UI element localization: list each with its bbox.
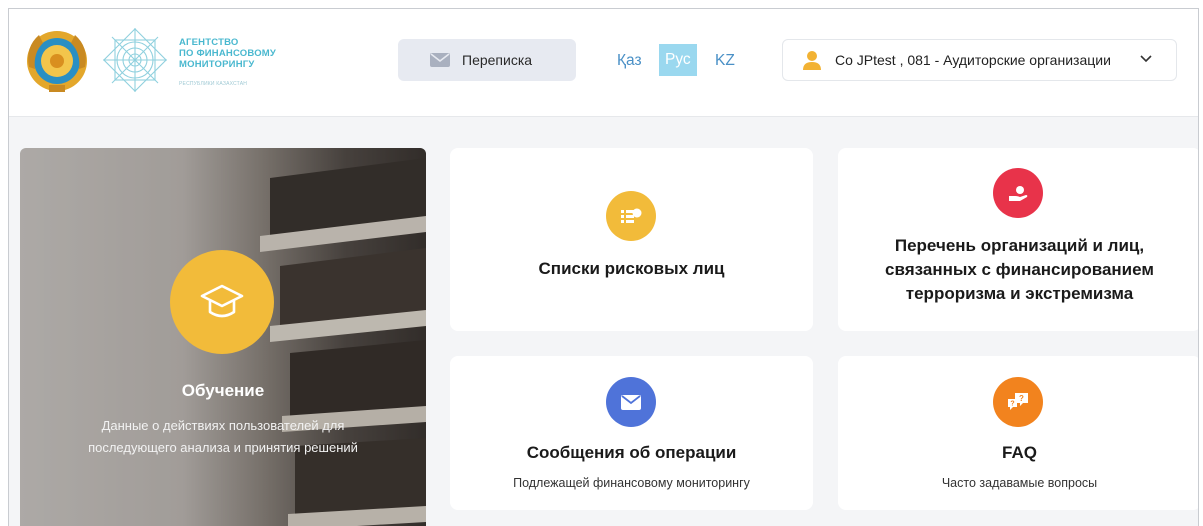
chat-question-icon: ? ?: [1008, 393, 1028, 410]
agency-logo-icon: [103, 28, 167, 92]
education-title: Обучение: [181, 381, 265, 400]
user-organization-select[interactable]: Со JPtest , 081 - Аудиторские организаци…: [782, 39, 1177, 81]
risk-lists-title: Списки рисковых лиц: [538, 259, 725, 278]
lang-rus-link[interactable]: Рус: [659, 44, 697, 76]
app-frame: АГЕНТСТВО ПО ФИНАНСОВОМУ МОНИТОРИНГУ РЕС…: [8, 8, 1199, 526]
emblem-icon: [27, 31, 87, 92]
terror-list-card[interactable]: Перечень организаций и лиц, связанных с …: [838, 148, 1198, 331]
svg-text:?: ?: [1019, 394, 1024, 403]
risk-lists-icon-circle: [606, 191, 656, 241]
graduation-cap-icon: [200, 284, 244, 318]
hand-money-icon: [1009, 186, 1028, 201]
messages-button-label: Переписка: [462, 52, 533, 68]
terror-list-icon-circle: [993, 168, 1043, 218]
operations-subtitle: Подлежащей финансовому мониторингу: [513, 476, 750, 490]
envelope-icon: [621, 394, 641, 410]
education-card[interactable]: Обучение Данные о действиях пользователе…: [20, 148, 426, 526]
envelope-icon: [430, 53, 450, 67]
education-description: Данные о действиях пользователей для пос…: [88, 418, 358, 455]
messages-button[interactable]: Переписка: [398, 39, 576, 81]
faq-card[interactable]: ? ? FAQ Часто задавамые вопросы: [838, 356, 1198, 510]
user-icon: [803, 51, 821, 70]
faq-title: FAQ: [1002, 443, 1037, 462]
chevron-down-icon: [1140, 55, 1152, 63]
lang-kaz-link[interactable]: Қаз: [617, 52, 642, 70]
lang-kz-link[interactable]: KZ: [715, 52, 735, 70]
agency-name: АГЕНТСТВО ПО ФИНАНСОВОМУ МОНИТОРИНГУ: [179, 37, 277, 70]
header: АГЕНТСТВО ПО ФИНАНСОВОМУ МОНИТОРИНГУ РЕС…: [9, 9, 1198, 117]
svg-text:?: ?: [1010, 401, 1014, 408]
education-icon-circle: [170, 250, 274, 354]
faq-subtitle: Часто задавамые вопросы: [941, 476, 1098, 490]
user-organization-label: Со JPtest , 081 - Аудиторские организаци…: [835, 52, 1111, 68]
operations-card[interactable]: Сообщения об операции Подлежащей финансо…: [450, 356, 813, 510]
terror-list-title: Перечень организаций и лиц, связанных с …: [885, 236, 1154, 303]
agency-subtitle: РЕСПУБЛИКИ КАЗАХСТАН: [179, 81, 248, 87]
faq-icon-circle: ? ?: [993, 377, 1043, 427]
list-icon: [621, 208, 642, 223]
risk-lists-card[interactable]: Списки рисковых лиц: [450, 148, 813, 331]
operations-icon-circle: [606, 377, 656, 427]
operations-title: Сообщения об операции: [526, 443, 737, 462]
